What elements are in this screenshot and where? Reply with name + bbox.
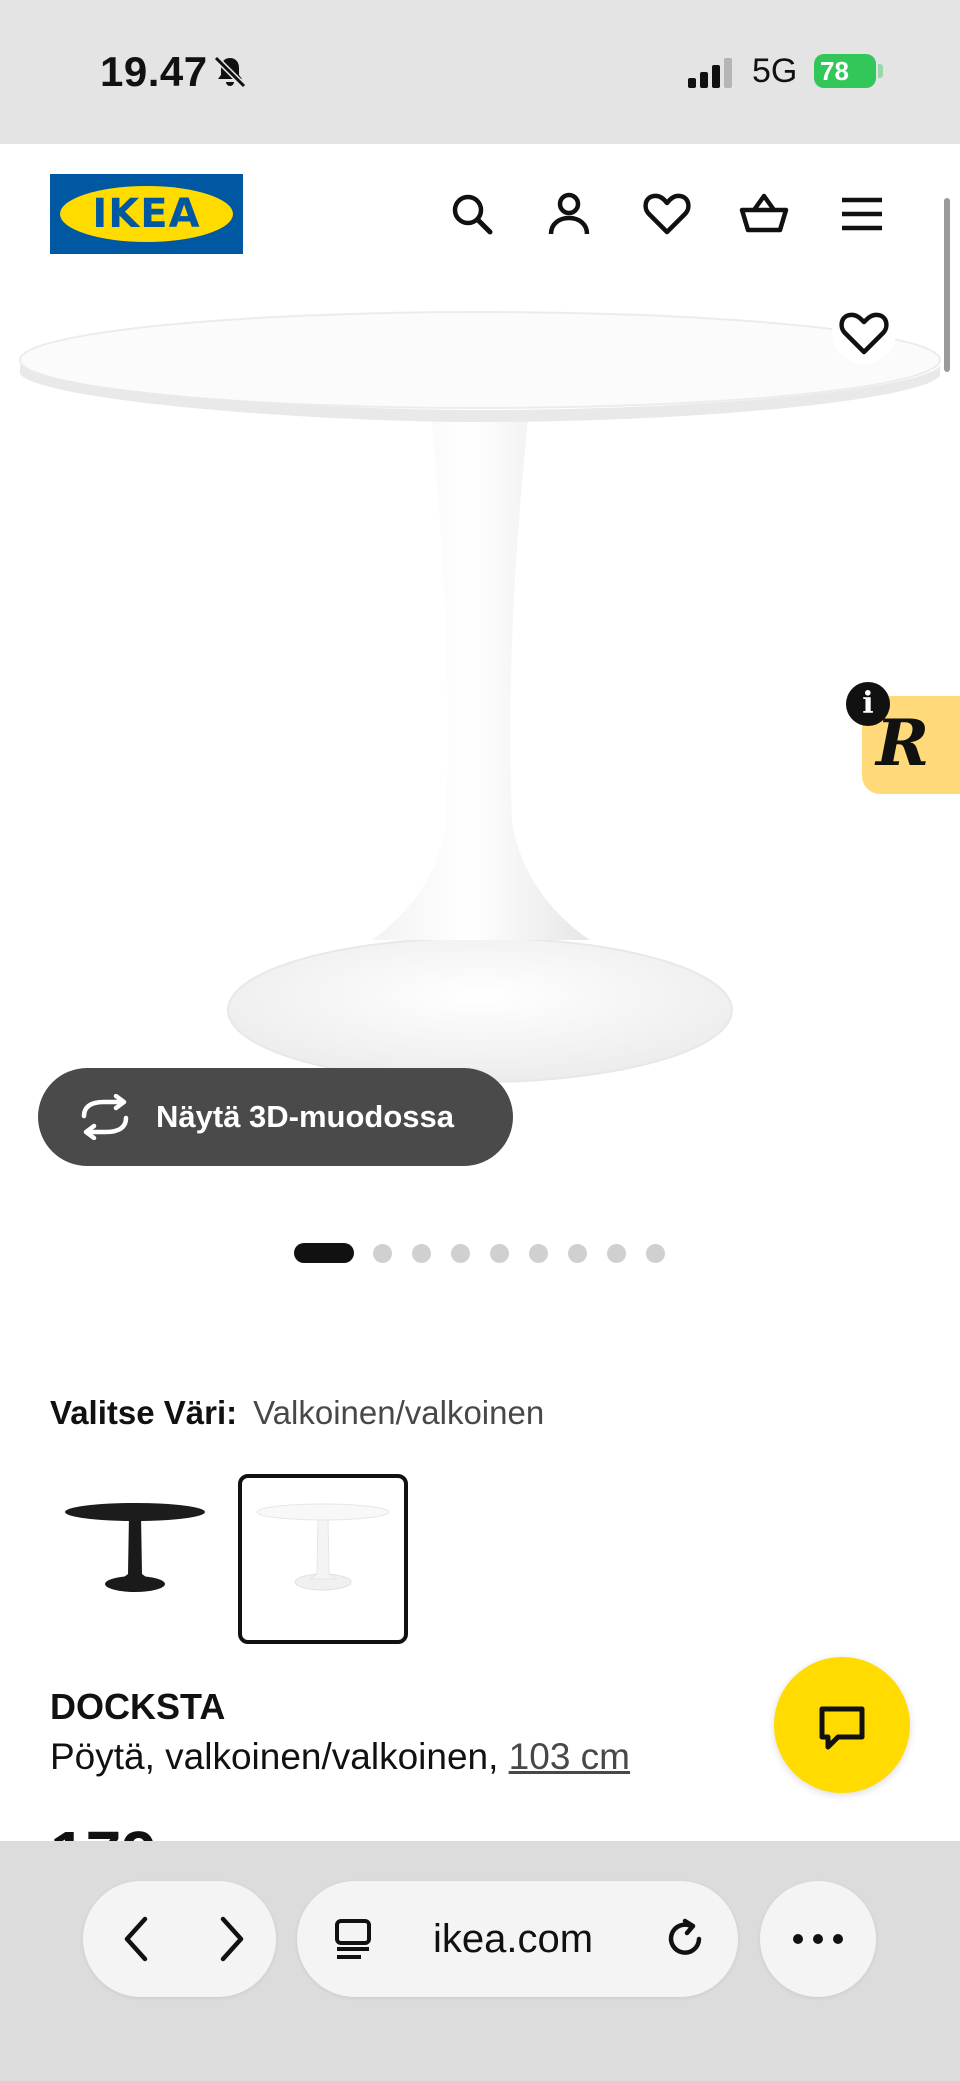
back-icon[interactable] (115, 1915, 159, 1963)
reload-icon[interactable] (663, 1917, 707, 1961)
browser-toolbar: ikea.com (0, 1841, 960, 2081)
menu-icon[interactable] (836, 188, 888, 240)
add-to-favourites-button[interactable] (832, 300, 896, 364)
pagination-dot[interactable] (412, 1244, 431, 1263)
product-description: Pöytä, valkoinen/valkoinen, 103 cm (50, 1736, 630, 1778)
more-options-button[interactable] (760, 1881, 876, 1997)
url-text: ikea.com (433, 1917, 594, 1961)
product-price: 179 (50, 1818, 157, 1842)
pagination-dot[interactable] (529, 1244, 548, 1263)
bell-muted-icon (213, 55, 247, 89)
color-swatch-black[interactable] (50, 1474, 220, 1644)
product-size-link[interactable]: 103 cm (509, 1736, 630, 1777)
pagination-dot[interactable] (646, 1244, 665, 1263)
battery-level: 78 (820, 56, 849, 86)
status-time: 19.47 (100, 48, 208, 95)
site-header: IKEA (0, 144, 960, 284)
favourites-icon[interactable] (641, 188, 693, 240)
browser-nav-group (83, 1881, 276, 1997)
product-image[interactable] (0, 300, 960, 1120)
logo-text: IKEA (92, 191, 201, 237)
rotate-3d-icon (81, 1094, 129, 1140)
basket-icon[interactable] (738, 188, 790, 240)
address-bar[interactable]: ikea.com (297, 1881, 738, 1997)
pagination-dot-active[interactable] (294, 1243, 354, 1263)
ikea-logo[interactable]: IKEA (50, 174, 243, 254)
product-description-text: Pöytä, valkoinen/valkoinen, (50, 1736, 499, 1777)
chat-button[interactable] (774, 1657, 910, 1793)
product-name: DOCKSTA (50, 1686, 226, 1727)
info-icon[interactable]: i (846, 682, 890, 726)
battery-indicator: 78 (814, 54, 876, 88)
chat-icon (819, 1706, 865, 1750)
pagination-dot[interactable] (607, 1244, 626, 1263)
white-table-thumbnail (256, 1503, 390, 1591)
more-icon (793, 1934, 843, 1944)
status-bar: 19.47 5G 78 (0, 0, 960, 144)
pagination-dot[interactable] (373, 1244, 392, 1263)
color-select-label: Valitse Väri: (50, 1394, 238, 1431)
view-3d-button[interactable]: Näytä 3D-muodossa (38, 1068, 513, 1166)
network-type: 5G (752, 52, 798, 90)
black-table-thumbnail (65, 1503, 205, 1592)
color-select-value: Valkoinen/valkoinen (253, 1394, 545, 1431)
search-icon[interactable] (446, 188, 498, 240)
color-swatch-white[interactable] (238, 1474, 408, 1644)
pagination-dot[interactable] (568, 1244, 587, 1263)
color-select-row: Valitse Väri: Valkoinen/valkoinen (50, 1394, 544, 1432)
reader-icon[interactable] (333, 1917, 377, 1961)
pagination-dot[interactable] (451, 1244, 470, 1263)
pagination-dot[interactable] (490, 1244, 509, 1263)
view-3d-label: Näytä 3D-muodossa (156, 1099, 455, 1134)
forward-icon[interactable] (209, 1915, 253, 1963)
signal-icon (688, 58, 732, 88)
account-icon[interactable] (543, 188, 595, 240)
battery-cap (878, 64, 883, 78)
